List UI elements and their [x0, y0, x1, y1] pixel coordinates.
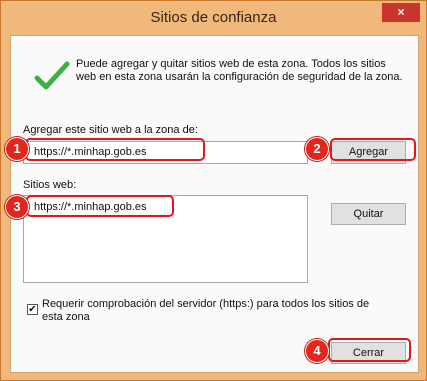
- callout-badge: 3: [5, 195, 29, 219]
- input-highlight: [25, 138, 205, 161]
- websites-label: Sitios web:: [23, 179, 77, 191]
- checkmark-icon: [34, 61, 70, 90]
- add-zone-label: Agregar este sitio web a la zona de:: [23, 124, 198, 136]
- dialog-window: Sitios de confianza × Puede agregar y qu…: [0, 0, 427, 381]
- require-https-checkbox[interactable]: ✔: [27, 304, 38, 315]
- intro-text: Puede agregar y quitar sitios web de est…: [76, 58, 403, 83]
- website-highlight: [26, 195, 174, 217]
- add-button-highlight: [330, 138, 416, 161]
- remove-button[interactable]: Quitar: [331, 203, 406, 225]
- dialog-title: Sitios de confianza: [150, 9, 277, 26]
- callout-badge: 2: [305, 137, 329, 161]
- title-bar[interactable]: Sitios de confianza ×: [1, 1, 426, 34]
- close-window-button[interactable]: ×: [382, 3, 420, 22]
- close-button-highlight: [328, 338, 411, 362]
- callout-badge: 4: [305, 339, 329, 363]
- require-https-label: Requerir comprobación del servidor (http…: [42, 298, 370, 323]
- callout-badge: 1: [5, 137, 29, 161]
